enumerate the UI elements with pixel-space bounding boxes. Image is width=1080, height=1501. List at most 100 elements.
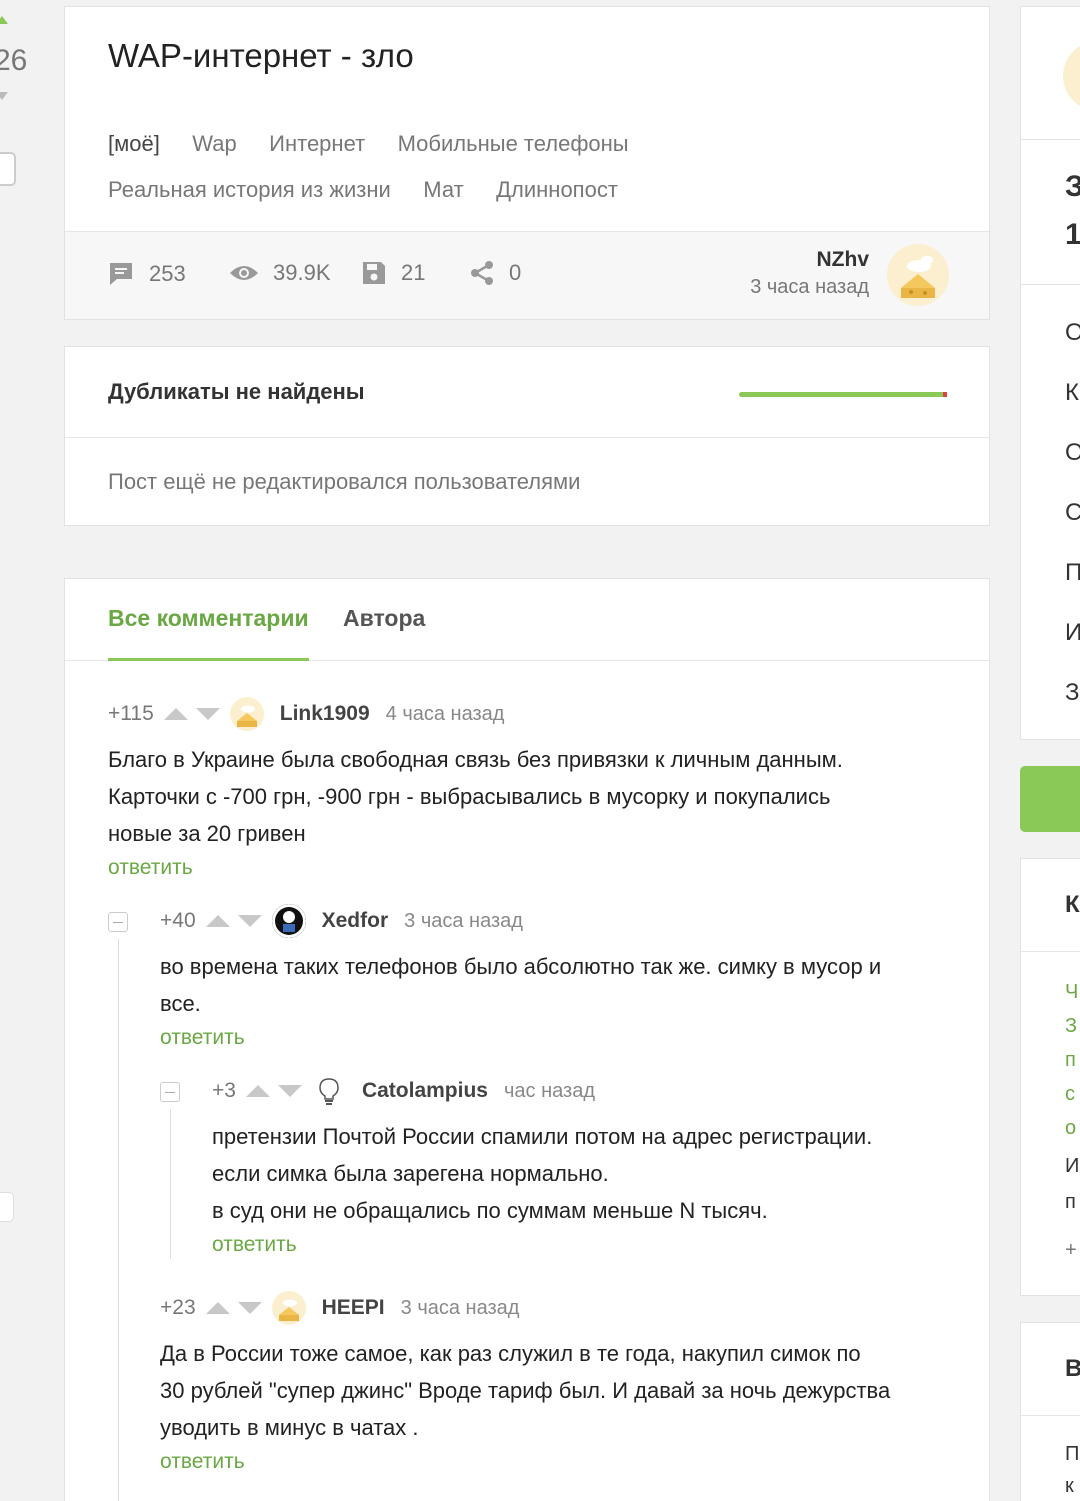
sidebar-menu-card: О К О С П И З [1020, 284, 1080, 740]
comment-time: 3 часа назад [400, 1296, 520, 1319]
sidebar-card-title: К [1065, 891, 1080, 918]
shares-count: 0 [509, 260, 522, 285]
comment-time: 4 часа назад [385, 702, 505, 725]
post-title[interactable]: WAP-интернет - зло [108, 37, 414, 75]
post-time: 3 часа назад [750, 276, 869, 298]
reply-link[interactable]: ответить [160, 1450, 970, 1474]
downvote-icon[interactable] [237, 915, 262, 927]
comment-line: все. [160, 991, 201, 1016]
comment-username[interactable]: Xedfor [322, 909, 389, 933]
comment-text: во времена таких телефонов было абсолютн… [160, 948, 970, 1022]
sidebar-link[interactable]: З [1065, 1015, 1077, 1038]
lightbulb-avatar-icon [319, 1078, 339, 1105]
shares-stat[interactable]: 0 [469, 260, 521, 286]
tag[interactable]: Мобильные телефоны [398, 121, 629, 167]
divider [65, 437, 989, 438]
sidebar-menu-item[interactable]: И [1065, 619, 1080, 647]
duplicates-title: Дубликаты не найдены [108, 379, 365, 404]
user-avatar[interactable] [229, 697, 264, 731]
saves-count: 21 [401, 260, 426, 285]
comment-time: час назад [503, 1079, 595, 1102]
duplicates-bar [739, 392, 947, 397]
comment-line: Благо в Украине была свободная связь без… [108, 747, 843, 772]
comment-text: претензии Почтой России спамили потом на… [212, 1118, 972, 1229]
sidebar-expand[interactable]: + [1065, 1239, 1077, 1262]
tag[interactable]: Длиннопост [496, 167, 618, 213]
comment-line: уводить в минус в чатах . [160, 1415, 419, 1440]
sidebar-menu-item[interactable]: С [1065, 499, 1080, 527]
collapse-thread-button[interactable] [160, 1082, 180, 1102]
views-stat: 39.9K [229, 260, 331, 286]
user-avatar[interactable] [311, 1074, 346, 1108]
author-name[interactable]: NZhv [750, 248, 870, 272]
comment-username[interactable]: Link1909 [280, 702, 370, 726]
duplicates-card: Дубликаты не найдены Пост ещё не редакти… [64, 346, 990, 526]
comment-rating: +115 [108, 702, 154, 725]
tag[interactable]: Мат [423, 167, 463, 213]
side-toggle[interactable] [0, 1192, 14, 1222]
sidebar-menu-item[interactable]: П [1065, 559, 1080, 587]
sidebar-menu-item[interactable]: О [1065, 319, 1080, 347]
tab-all-comments[interactable]: Все комментарии [108, 605, 309, 661]
tab-author-comments[interactable]: Автора [343, 605, 425, 632]
comment-line: 30 рублей "супер джинс" Вроде тариф был.… [160, 1378, 891, 1403]
thread-line [170, 1109, 171, 1259]
sidebar-text: И [1065, 1155, 1080, 1177]
comments-card: Все комментарии Автора +115 Link1909 4 ч… [64, 578, 990, 1501]
sidebar-link[interactable]: Ч [1065, 981, 1078, 1004]
comment-line: во времена таких телефонов было абсолютн… [160, 954, 882, 979]
collapse-thread-button[interactable] [108, 912, 128, 932]
upvote-arrow-icon[interactable] [0, 16, 8, 24]
reply-link[interactable]: ответить [212, 1233, 972, 1257]
sidebar-link[interactable]: о [1065, 1117, 1076, 1140]
downvote-icon[interactable] [277, 1085, 302, 1097]
comment-icon [110, 263, 132, 285]
tag[interactable]: Wap [192, 121, 236, 167]
comment-text: Благо в Украине была свободная связь без… [108, 741, 968, 852]
reply-link[interactable]: ответить [108, 856, 968, 880]
comment: +23 HEEPI 3 часа назад Да в России тоже … [160, 1291, 970, 1474]
sidebar-info-card: К Ч З п с о И п + [1020, 858, 1080, 1296]
tag[interactable]: [моё] [108, 121, 160, 167]
edit-history-note: Пост ещё не редактировался пользователям… [108, 469, 581, 494]
reply-link[interactable]: ответить [160, 1026, 970, 1050]
comment-line: Да в России тоже самое, как раз служил в… [160, 1341, 861, 1366]
views-count: 39.9K [273, 260, 331, 285]
comments-stat[interactable]: 253 [107, 260, 186, 288]
comment-rating: +23 [160, 1296, 196, 1319]
comment-rating: +3 [212, 1079, 236, 1102]
character-avatar-icon [271, 904, 306, 938]
sidebar-avatar[interactable] [1063, 41, 1080, 111]
comment-line: претензии Почтой России спамили потом на… [212, 1124, 873, 1149]
upvote-icon[interactable] [205, 1302, 230, 1314]
downvote-icon[interactable] [195, 708, 220, 720]
comment-line: новые за 20 гривен [108, 821, 306, 846]
upvote-icon[interactable] [245, 1085, 270, 1097]
save-icon [363, 262, 385, 284]
upvote-icon[interactable] [163, 708, 188, 720]
upvote-icon[interactable] [205, 915, 230, 927]
sidebar-action-button[interactable] [1020, 766, 1080, 832]
eye-icon [230, 266, 258, 280]
cheese-avatar-icon [278, 1299, 299, 1321]
comment-username[interactable]: HEEPI [322, 1296, 385, 1320]
sidebar-link[interactable]: п [1065, 1049, 1076, 1072]
sidebar-link[interactable]: с [1065, 1083, 1075, 1106]
sidebar-text: 1 [1065, 218, 1080, 252]
author-avatar[interactable] [887, 244, 949, 306]
post-footer: 253 39.9K 21 0 NZhv 3 часа назад [65, 231, 989, 319]
save-toggle[interactable] [0, 152, 16, 186]
sidebar-profile-card [1020, 6, 1080, 140]
post-author[interactable]: NZhv 3 часа назад [750, 248, 869, 299]
saves-stat[interactable]: 21 [361, 260, 425, 286]
downvote-arrow-icon[interactable] [0, 92, 8, 100]
tag[interactable]: Реальная история из жизни [108, 167, 391, 213]
sidebar-menu-item[interactable]: К [1065, 379, 1079, 407]
downvote-icon[interactable] [237, 1302, 262, 1314]
tag[interactable]: Интернет [269, 121, 365, 167]
sidebar-menu-item[interactable]: З [1065, 679, 1080, 707]
sidebar-menu-item[interactable]: О [1065, 439, 1080, 467]
user-avatar[interactable] [271, 904, 306, 938]
comment-username[interactable]: Catolampius [362, 1079, 488, 1103]
user-avatar[interactable] [271, 1291, 306, 1325]
